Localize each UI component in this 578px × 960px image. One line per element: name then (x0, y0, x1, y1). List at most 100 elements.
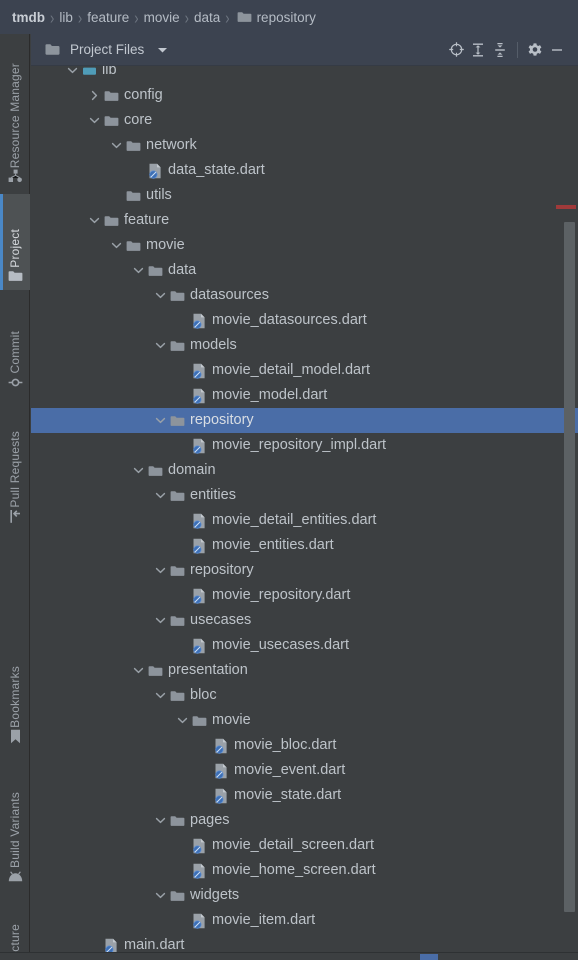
stripe-button-bookmarks[interactable]: Bookmarks (0, 632, 30, 750)
error-stripe-marker[interactable] (556, 205, 576, 209)
tree-file-row[interactable]: movie_repository_impl.dart (31, 433, 578, 458)
chevron-down-icon[interactable] (153, 564, 167, 578)
tree-folder-row[interactable]: network (31, 133, 578, 158)
chevron-right-icon[interactable] (87, 89, 101, 103)
chevron-down-icon[interactable] (109, 239, 123, 253)
tree-folder-row[interactable]: entities (31, 483, 578, 508)
chevron-down-icon[interactable] (153, 339, 167, 353)
tree-file-row[interactable]: movie_item.dart (31, 908, 578, 933)
tree-file-row[interactable]: movie_event.dart (31, 758, 578, 783)
tree-file-row[interactable]: movie_home_screen.dart (31, 858, 578, 883)
project-file-tree[interactable]: lib config core network data_state.dartutils… (31, 66, 578, 952)
dart-file-icon (191, 388, 207, 404)
chevron-down-icon[interactable] (131, 464, 145, 478)
folder-icon (169, 563, 185, 579)
chevron-down-icon[interactable] (65, 66, 79, 78)
collapse-all-icon[interactable] (489, 39, 511, 61)
bookmark-icon (7, 728, 23, 744)
chevron-down-icon[interactable] (87, 214, 101, 228)
tree-folder-row[interactable]: repository (31, 408, 578, 433)
chevron-down-icon[interactable] (109, 139, 123, 153)
tree-file-row[interactable]: data_state.dart (31, 158, 578, 183)
tree-folder-row[interactable]: config (31, 83, 578, 108)
tree-row-label: utils (146, 187, 172, 204)
tree-folder-row[interactable]: movie (31, 233, 578, 258)
tree-file-row[interactable]: movie_model.dart (31, 383, 578, 408)
tool-window-title: Project Files (70, 42, 145, 57)
chevron-down-icon[interactable] (153, 814, 167, 828)
scroll-from-source-icon[interactable] (445, 39, 467, 61)
stripe-button-project[interactable]: Project (0, 194, 30, 290)
breadcrumb-item-tmdb[interactable]: tmdb (12, 10, 45, 25)
stripe-button-pull-requests[interactable]: Pull Requests (0, 402, 30, 530)
chevron-down-icon[interactable] (153, 689, 167, 703)
dart-file-icon (191, 363, 207, 379)
tree-folder-row[interactable]: bloc (31, 683, 578, 708)
chevron-down-icon[interactable] (153, 614, 167, 628)
settings-gear-icon[interactable] (524, 39, 546, 61)
stripe-button-build-variants[interactable]: Build Variants (0, 756, 30, 890)
chevron-down-icon[interactable] (151, 39, 173, 61)
tree-row-label: movie_repository.dart (212, 587, 351, 604)
tree-row-label: movie_repository_impl.dart (212, 437, 387, 454)
dart-file-icon (191, 588, 207, 604)
chevron-down-icon[interactable] (175, 714, 189, 728)
tree-file-row[interactable]: movie_detail_entities.dart (31, 508, 578, 533)
tree-folder-row[interactable]: utils (31, 183, 578, 208)
tree-row-label: pages (190, 812, 230, 829)
tree-file-row[interactable]: movie_bloc.dart (31, 733, 578, 758)
tree-row-label: feature (124, 212, 170, 229)
tree-folder-row[interactable]: repository (31, 558, 578, 583)
stripe-button-resource-manager[interactable]: Resource Manager (0, 40, 30, 190)
dart-file-icon (103, 938, 119, 952)
tree-file-row[interactable]: movie_detail_model.dart (31, 358, 578, 383)
folder-icon (169, 488, 185, 504)
tree-folder-row[interactable]: usecases (31, 608, 578, 633)
tree-file-row[interactable]: main.dart (31, 933, 578, 952)
tree-folder-row[interactable]: feature (31, 208, 578, 233)
tree-folder-row[interactable]: movie (31, 708, 578, 733)
tree-file-row[interactable]: movie_datasources.dart (31, 308, 578, 333)
tree-folder-row[interactable]: presentation (31, 658, 578, 683)
tree-folder-row[interactable]: models (31, 333, 578, 358)
dart-file-icon (147, 163, 163, 179)
chevron-down-icon[interactable] (87, 114, 101, 128)
stripe-button-label: Pull Requests (8, 431, 22, 508)
tree-row-label: movie_usecases.dart (212, 637, 350, 654)
tree-folder-row[interactable]: datasources (31, 283, 578, 308)
breadcrumb-item-repository[interactable]: repository (257, 10, 316, 25)
dart-file-icon (191, 438, 207, 454)
tree-folder-row[interactable]: widgets (31, 883, 578, 908)
tree-file-row[interactable]: movie_entities.dart (31, 533, 578, 558)
breadcrumb-item-data[interactable]: data (194, 10, 220, 25)
tree-file-row[interactable]: movie_state.dart (31, 783, 578, 808)
tool-window-title-group[interactable]: Project Files (41, 39, 173, 61)
chevron-down-icon[interactable] (153, 489, 167, 503)
tree-scrollbar[interactable] (563, 66, 576, 952)
chevron-down-icon[interactable] (153, 289, 167, 303)
chevron-down-icon[interactable] (131, 264, 145, 278)
expand-all-icon[interactable] (467, 39, 489, 61)
tree-folder-row[interactable]: pages (31, 808, 578, 833)
chevron-down-icon[interactable] (153, 414, 167, 428)
tree-file-row[interactable]: movie_repository.dart (31, 583, 578, 608)
breadcrumb-item-feature[interactable]: feature (87, 10, 129, 25)
breadcrumb-separator: › (225, 6, 230, 28)
tree-folder-row[interactable]: core (31, 108, 578, 133)
stripe-button-commit[interactable]: Commit (0, 296, 30, 396)
tree-folder-row[interactable]: lib (31, 66, 578, 83)
tree-folder-row[interactable]: domain (31, 458, 578, 483)
folder-icon (103, 113, 119, 129)
hide-minimize-icon[interactable] (546, 39, 568, 61)
tree-file-row[interactable]: movie_usecases.dart (31, 633, 578, 658)
chevron-down-icon[interactable] (131, 664, 145, 678)
breadcrumb-item-lib[interactable]: lib (59, 10, 73, 25)
tree-row-label: main.dart (124, 937, 185, 952)
tree-file-row[interactable]: movie_detail_screen.dart (31, 833, 578, 858)
breadcrumb-item-movie[interactable]: movie (144, 10, 180, 25)
stripe-button-structure[interactable]: Structure (0, 896, 30, 960)
chevron-down-icon[interactable] (153, 889, 167, 903)
commit-icon (7, 374, 23, 390)
scrollbar-thumb[interactable] (564, 222, 575, 912)
tree-folder-row[interactable]: data (31, 258, 578, 283)
